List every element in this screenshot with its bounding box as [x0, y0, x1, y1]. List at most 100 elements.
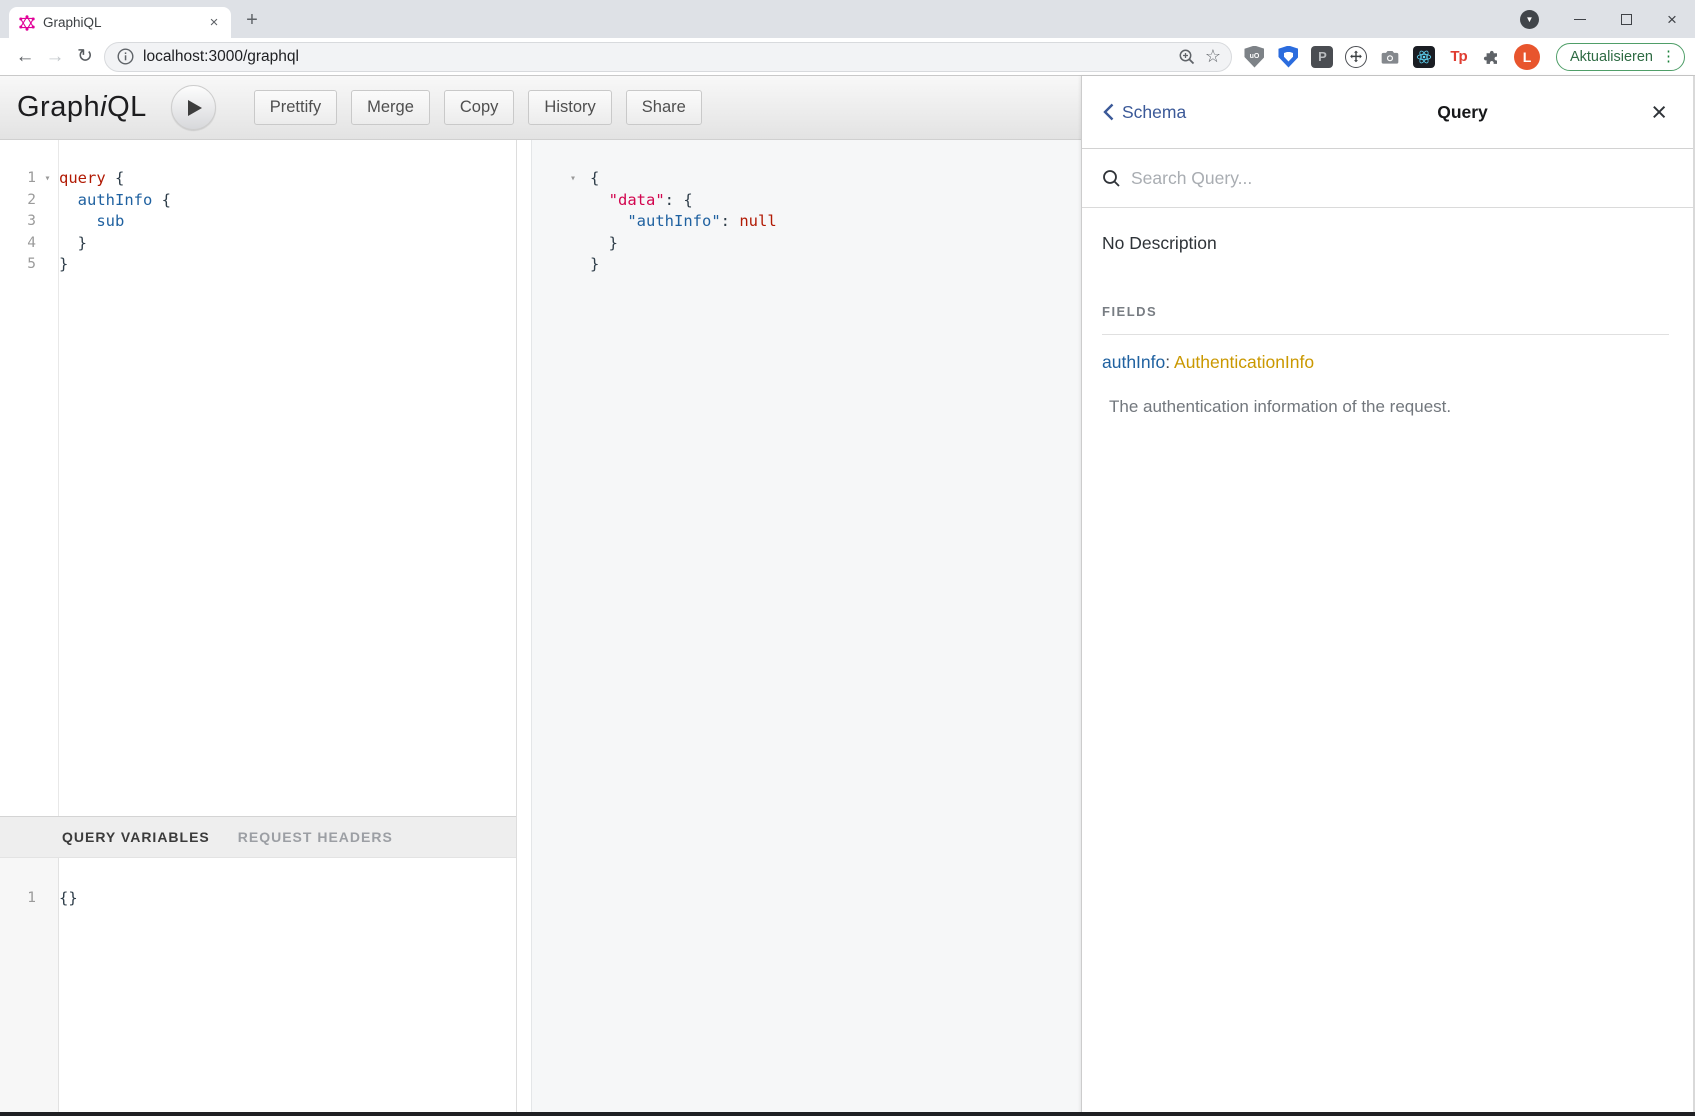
profile-avatar[interactable]: L: [1514, 44, 1540, 70]
menu-kebab-icon[interactable]: ⋮: [1661, 49, 1676, 64]
prettify-button[interactable]: Prettify: [254, 90, 337, 125]
token: : {: [665, 191, 693, 209]
fold-toggle-icon[interactable]: ▾: [36, 168, 59, 190]
fold-toggle-icon: [570, 254, 590, 276]
field-row: authInfo: AuthenticationInfo: [1102, 352, 1669, 373]
tp-extension-icon[interactable]: Tp: [1446, 44, 1471, 69]
line-number: 5: [0, 254, 36, 276]
p-extension-icon[interactable]: P: [1310, 44, 1335, 69]
code-text[interactable]: }: [590, 254, 599, 276]
code-line[interactable]: }: [532, 254, 1081, 276]
token: :: [721, 212, 740, 230]
token: {: [590, 169, 599, 187]
query-variables-editor[interactable]: 1 {}: [0, 858, 516, 1116]
tab-query-variables[interactable]: QUERY VARIABLES: [62, 829, 210, 845]
doc-search-row: [1082, 149, 1693, 208]
tab-search-button[interactable]: ▼: [1520, 10, 1539, 29]
browser-tab[interactable]: GraphiQL ×: [9, 7, 231, 38]
line-number: 1: [0, 888, 36, 910]
window-bottom-edge: [0, 1112, 1695, 1116]
merge-button[interactable]: Merge: [351, 90, 430, 125]
screenshot-extension-icon[interactable]: [1378, 44, 1403, 69]
pane-resize-handle[interactable]: [517, 140, 532, 1116]
code-line[interactable]: 1▾query {: [0, 168, 516, 190]
code-text[interactable]: {}: [59, 888, 78, 910]
code-line[interactable]: 3 sub: [0, 211, 516, 233]
reload-button[interactable]: ↻: [70, 42, 100, 72]
token: null: [739, 212, 776, 230]
tab-title: GraphiQL: [43, 15, 197, 30]
token: [59, 212, 96, 230]
bitwarden-extension-icon[interactable]: [1276, 44, 1301, 69]
tab-request-headers[interactable]: REQUEST HEADERS: [238, 829, 393, 845]
url-text[interactable]: localhost:3000/graphql: [143, 48, 1169, 66]
minimize-icon: [1574, 19, 1586, 20]
execute-query-button[interactable]: [171, 85, 216, 130]
doc-close-button[interactable]: ×: [1651, 99, 1667, 126]
code-text[interactable]: }: [59, 254, 68, 276]
editor-panes: 1▾query {2 authInfo {3 sub4 }5} QUERY VA…: [0, 140, 1081, 1116]
line-number: 4: [0, 233, 36, 255]
bookmark-star-icon[interactable]: ☆: [1205, 46, 1221, 67]
code-line[interactable]: 5}: [0, 254, 516, 276]
react-devtools-extension-icon[interactable]: [1412, 44, 1437, 69]
toolbar-buttons: Prettify Merge Copy History Share: [254, 90, 702, 125]
code-text[interactable]: sub: [59, 211, 124, 233]
doc-content: No Description FIELDS authInfo: Authenti…: [1082, 208, 1693, 417]
address-bar[interactable]: localhost:3000/graphql ☆: [104, 42, 1232, 72]
line-number: 2: [0, 190, 36, 212]
code-text[interactable]: query {: [59, 168, 124, 190]
browser-window: GraphiQL × + ▼ × ← → ↻ localhost:3000/gr…: [0, 0, 1695, 1116]
p-letter: P: [1311, 46, 1333, 68]
field-type-link[interactable]: AuthenticationInfo: [1174, 352, 1314, 372]
extensions-puzzle-icon[interactable]: [1480, 44, 1505, 69]
code-text[interactable]: }: [590, 233, 618, 255]
bitwarden-inner-shield: [1284, 52, 1293, 62]
maximize-icon: [1621, 14, 1632, 25]
code-text[interactable]: "data": {: [590, 190, 693, 212]
code-line[interactable]: 1 {}: [0, 888, 516, 910]
code-line[interactable]: "authInfo": null: [532, 211, 1081, 233]
maximize-button[interactable]: [1603, 3, 1649, 35]
ublock-extension-icon[interactable]: uO: [1242, 44, 1267, 69]
fold-toggle-icon[interactable]: ▾: [570, 168, 590, 190]
zoom-level-icon[interactable]: [1178, 48, 1196, 66]
response-pane[interactable]: ▾{ "data": { "authInfo": null }}: [532, 140, 1081, 1116]
code-line[interactable]: "data": {: [532, 190, 1081, 212]
search-icon: [1102, 169, 1121, 188]
token: [59, 191, 78, 209]
window-controls: ▼ ×: [1520, 0, 1695, 38]
history-button[interactable]: History: [528, 90, 611, 125]
field-name-link[interactable]: authInfo: [1102, 352, 1165, 372]
code-line[interactable]: ▾{: [532, 168, 1081, 190]
graphql-favicon-icon: [19, 15, 35, 31]
tab-close-icon[interactable]: ×: [205, 14, 223, 32]
copy-button[interactable]: Copy: [444, 90, 515, 125]
doc-explorer-header: Query Schema ×: [1082, 76, 1693, 149]
share-button[interactable]: Share: [626, 90, 702, 125]
close-window-button[interactable]: ×: [1649, 3, 1695, 35]
graphiql-logo: GraphiQL: [17, 91, 147, 124]
new-tab-button[interactable]: +: [239, 7, 265, 33]
doc-search-input[interactable]: [1131, 168, 1673, 189]
code-text[interactable]: }: [59, 233, 87, 255]
code-line[interactable]: 2 authInfo {: [0, 190, 516, 212]
graphiql-workspace: GraphiQL Prettify Merge Copy History Share 1…: [0, 76, 1081, 1116]
field-colon: :: [1165, 352, 1174, 372]
chrome-update-button[interactable]: Aktualisieren ⋮: [1556, 43, 1685, 71]
move-extension-icon[interactable]: [1344, 44, 1369, 69]
query-editor[interactable]: 1▾query {2 authInfo {3 sub4 }5}: [0, 140, 516, 816]
forward-button[interactable]: →: [40, 42, 70, 72]
field-description: The authentication information of the re…: [1102, 397, 1669, 417]
play-icon: [188, 100, 202, 116]
code-text[interactable]: authInfo {: [59, 190, 171, 212]
back-button[interactable]: ←: [10, 42, 40, 72]
doc-back-link[interactable]: Schema: [1102, 102, 1186, 123]
minimize-button[interactable]: [1557, 3, 1603, 35]
site-info-icon[interactable]: [117, 48, 134, 65]
code-line[interactable]: }: [532, 233, 1081, 255]
code-text[interactable]: "authInfo": null: [590, 211, 777, 233]
code-text[interactable]: {: [590, 168, 599, 190]
token: }: [590, 234, 618, 252]
code-line[interactable]: 4 }: [0, 233, 516, 255]
